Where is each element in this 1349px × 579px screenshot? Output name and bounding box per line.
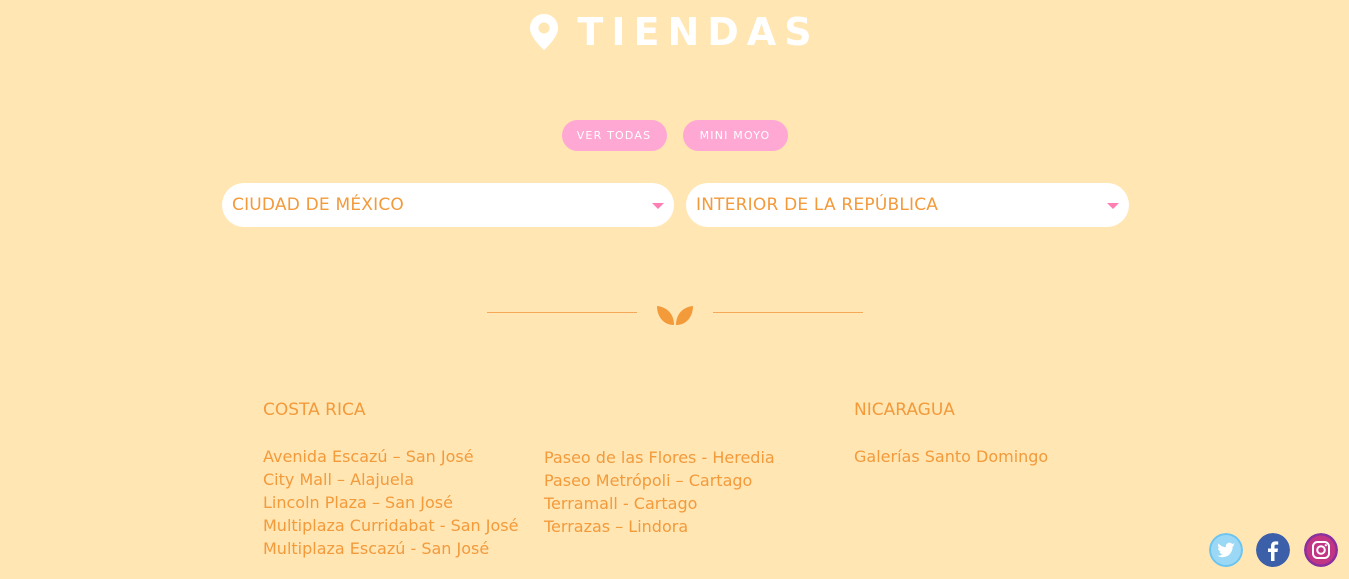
instagram-icon[interactable] [1304, 533, 1338, 567]
store-link[interactable]: Galerías Santo Domingo [854, 445, 1048, 468]
store-link[interactable]: Paseo de las Flores - Heredia [544, 446, 775, 469]
page-header: TIENDAS [0, 10, 1349, 54]
nicaragua-list: Galerías Santo Domingo [854, 445, 1048, 468]
store-link[interactable]: Avenida Escazú – San José [263, 445, 518, 468]
cdmx-select-label: CIUDAD DE MÉXICO [232, 195, 404, 215]
store-link[interactable]: Terramall - Cartago [544, 492, 775, 515]
twitter-icon[interactable] [1209, 533, 1243, 567]
facebook-icon[interactable] [1256, 533, 1290, 567]
costa-rica-list-2: Paseo de las Flores - Heredia Paseo Metr… [544, 446, 775, 538]
store-filters: VER TODAS MINI MOYO [0, 120, 1349, 151]
costa-rica-title: COSTA RICA [263, 400, 366, 420]
store-link[interactable]: Paseo Metrópoli – Cartago [544, 469, 775, 492]
map-pin-icon [530, 14, 559, 50]
costa-rica-list-1: Avenida Escazú – San José City Mall – Al… [263, 445, 518, 560]
store-link[interactable]: Multiplaza Escazú - San José [263, 537, 518, 560]
nicaragua-title: NICARAGUA [854, 400, 955, 420]
store-link[interactable]: Lincoln Plaza – San José [263, 491, 518, 514]
divider-right [713, 312, 863, 313]
page-title: TIENDAS [577, 10, 820, 54]
divider-left [487, 312, 637, 313]
leaf-icon [657, 302, 693, 325]
chevron-down-icon [1107, 203, 1119, 209]
store-link[interactable]: City Mall – Alajuela [263, 468, 518, 491]
chevron-down-icon [652, 203, 664, 209]
store-link[interactable]: Terrazas – Lindora [544, 515, 775, 538]
mini-moyo-button[interactable]: MINI MOYO [682, 120, 788, 151]
interior-select-label: INTERIOR DE LA REPÚBLICA [696, 195, 939, 215]
interior-select[interactable]: INTERIOR DE LA REPÚBLICA [686, 183, 1129, 227]
ver-todas-button[interactable]: VER TODAS [561, 120, 667, 151]
store-link[interactable]: Multiplaza Curridabat - San José [263, 514, 518, 537]
cdmx-select[interactable]: CIUDAD DE MÉXICO [222, 183, 674, 227]
